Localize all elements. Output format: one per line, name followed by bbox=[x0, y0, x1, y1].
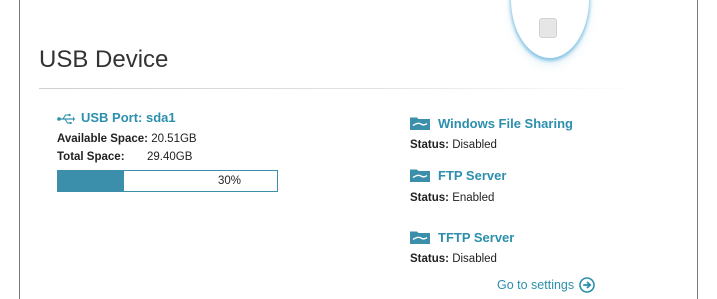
total-space-row: Total Space: 29.40GB bbox=[57, 151, 192, 163]
status-label: Status: bbox=[410, 253, 449, 265]
ftp-server-link[interactable]: FTP Server bbox=[410, 168, 506, 183]
tftp-server-link[interactable]: TFTP Server bbox=[410, 230, 514, 245]
panel-left-border bbox=[19, 0, 20, 299]
status-value: Disabled bbox=[452, 139, 497, 151]
status-value: Disabled bbox=[452, 253, 497, 265]
windows-file-sharing-title: Windows File Sharing bbox=[438, 116, 573, 131]
tftp-server-title: TFTP Server bbox=[438, 230, 515, 245]
available-space-label: Available Space: bbox=[57, 133, 148, 145]
available-space-value: 20.51GB bbox=[151, 133, 197, 145]
folder-icon bbox=[410, 117, 430, 130]
usb-port-header: USB Port: sda1 bbox=[57, 110, 176, 125]
usb-device-icon bbox=[539, 18, 557, 38]
page-title: USB Device bbox=[39, 46, 169, 73]
available-space-row: Available Space: 20.51GB bbox=[57, 133, 197, 145]
folder-icon bbox=[410, 231, 430, 244]
usage-progress-fill bbox=[58, 171, 124, 191]
go-to-settings-link[interactable]: Go to settings bbox=[497, 277, 595, 293]
windows-file-sharing-link[interactable]: Windows File Sharing bbox=[410, 116, 573, 131]
usage-progress-bar: 30% bbox=[57, 170, 278, 192]
ftp-server-status: Status: Enabled bbox=[410, 192, 494, 204]
total-space-value: 29.40GB bbox=[147, 151, 193, 163]
usage-progress-text: 30% bbox=[217, 175, 242, 187]
go-to-settings-label: Go to settings bbox=[497, 278, 575, 292]
panel-right-border bbox=[697, 0, 698, 299]
title-divider bbox=[39, 88, 643, 89]
arrow-right-circle-icon[interactable] bbox=[579, 277, 595, 293]
status-label: Status: bbox=[410, 139, 449, 151]
status-label: Status: bbox=[410, 192, 449, 204]
usb-port-label: USB Port: sda1 bbox=[81, 110, 176, 125]
usb-icon bbox=[57, 112, 75, 124]
windows-file-sharing-status: Status: Disabled bbox=[410, 139, 497, 151]
folder-icon bbox=[410, 169, 430, 182]
total-space-label: Total Space: bbox=[57, 151, 125, 163]
ftp-server-title: FTP Server bbox=[438, 168, 507, 183]
status-value: Enabled bbox=[452, 192, 495, 204]
tftp-server-status: Status: Disabled bbox=[410, 253, 497, 265]
